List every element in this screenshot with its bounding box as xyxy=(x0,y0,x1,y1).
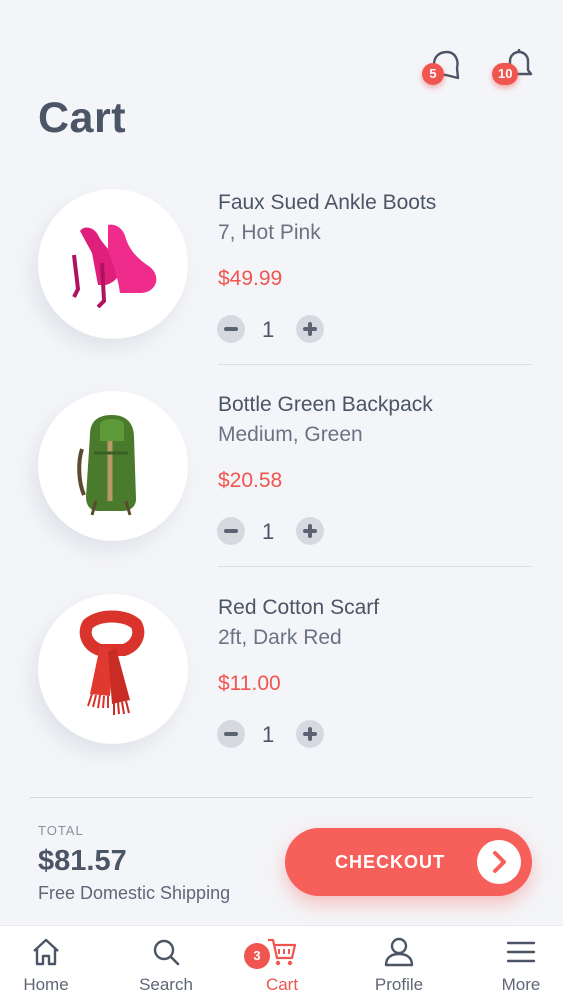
product-name[interactable]: Faux Sued Ankle Boots xyxy=(218,191,436,215)
red-scarf-icon xyxy=(79,610,145,715)
product-image[interactable] xyxy=(38,391,188,541)
product-variant: Medium, Green xyxy=(218,423,363,446)
increase-quantity-button[interactable] xyxy=(296,517,324,545)
cart-item: Red Cotton Scarf 2ft, Dark Red $11.00 1 xyxy=(0,594,563,796)
product-variant: 7, Hot Pink xyxy=(218,221,321,244)
decrease-quantity-button[interactable] xyxy=(217,720,245,748)
nav-item-profile[interactable]: Profile xyxy=(343,926,455,1001)
divider xyxy=(218,364,532,365)
product-variant: 2ft, Dark Red xyxy=(218,626,342,649)
product-image[interactable] xyxy=(38,189,188,339)
nav-label: Profile xyxy=(374,975,424,994)
chevron-right-icon xyxy=(477,840,521,884)
nav-label: Cart xyxy=(265,975,299,994)
green-backpack-icon xyxy=(77,415,136,516)
divider xyxy=(30,797,533,798)
divider xyxy=(218,566,532,567)
quantity-value: 1 xyxy=(262,519,275,544)
nav-label: Home xyxy=(23,975,69,994)
profile-icon xyxy=(384,937,414,967)
cart-count-badge: 3 xyxy=(244,943,270,969)
product-price: $11.00 xyxy=(218,672,281,695)
chat-badge: 5 xyxy=(422,63,444,85)
nav-item-home[interactable]: Home xyxy=(0,926,102,1001)
nav-item-search[interactable]: Search xyxy=(110,926,222,1001)
quantity-value: 1 xyxy=(262,722,275,747)
increase-quantity-button[interactable] xyxy=(296,315,324,343)
nav-label: Search xyxy=(139,975,193,994)
nav-item-cart[interactable]: Cart xyxy=(226,926,338,1001)
product-image[interactable] xyxy=(38,594,188,744)
nav-label: More xyxy=(501,975,541,994)
menu-icon xyxy=(506,941,536,963)
home-icon xyxy=(33,938,59,966)
checkout-button[interactable]: CHECKOUT xyxy=(285,828,532,896)
shipping-note: Free Domestic Shipping xyxy=(38,883,231,903)
decrease-quantity-button[interactable] xyxy=(217,517,245,545)
notifications-badge: 10 xyxy=(492,63,519,85)
cart-item: Bottle Green Backpack Medium, Green $20.… xyxy=(0,391,563,593)
total-label: TOTAL xyxy=(38,823,84,838)
quantity-value: 1 xyxy=(262,317,275,342)
product-price: $20.58 xyxy=(218,469,283,492)
bottom-nav: Home Search Cart Profile More xyxy=(0,925,563,1001)
nav-item-more[interactable]: More xyxy=(465,926,563,1001)
total-value: $81.57 xyxy=(38,845,127,877)
cart-item: Faux Sued Ankle Boots 7, Hot Pink $49.99… xyxy=(0,189,563,391)
increase-quantity-button[interactable] xyxy=(296,720,324,748)
checkout-label: CHECKOUT xyxy=(335,852,445,872)
search-icon xyxy=(153,939,180,966)
pink-ankle-boots-icon xyxy=(72,224,157,309)
product-price: $49.99 xyxy=(218,267,283,290)
page-title: Cart xyxy=(38,94,127,142)
product-name[interactable]: Bottle Green Backpack xyxy=(218,393,433,417)
cart-icon xyxy=(268,938,297,966)
product-name[interactable]: Red Cotton Scarf xyxy=(218,596,379,620)
decrease-quantity-button[interactable] xyxy=(217,315,245,343)
